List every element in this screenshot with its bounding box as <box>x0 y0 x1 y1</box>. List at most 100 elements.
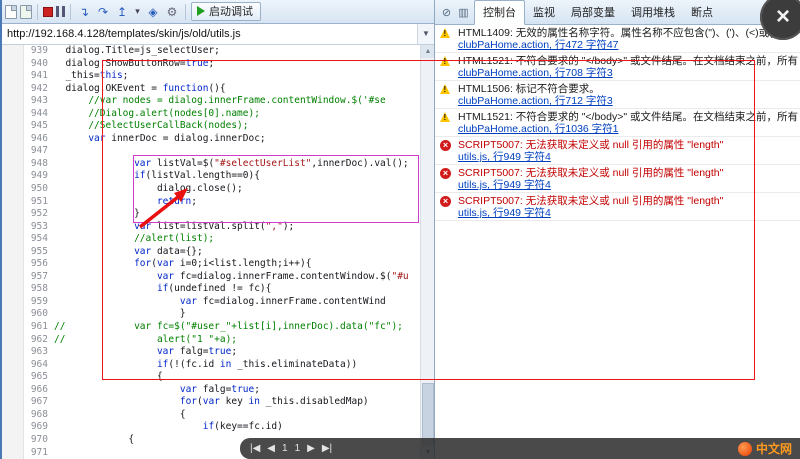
code-text: } <box>134 208 140 220</box>
code-line[interactable]: 960 } <box>2 308 420 321</box>
code-line[interactable]: 944 //Dialog.alert(nodes[0].name); <box>2 108 420 121</box>
pause-icon[interactable] <box>56 6 65 17</box>
source-location-link[interactable]: clubPaHome.action, 行708 字符3 <box>458 67 613 79</box>
source-location-link[interactable]: clubPaHome.action, 行1036 字符1 <box>458 123 619 135</box>
code-line[interactable]: 943 //var nodes = dialog.innerFrame.cont… <box>2 95 420 108</box>
step-into-icon[interactable]: ↴ <box>76 4 92 20</box>
line-number: 956 <box>30 258 48 270</box>
code-line[interactable]: 963 var falg=true; <box>2 346 420 359</box>
code-text: //SelectUserCallBack(nodes); <box>88 120 249 132</box>
scroll-up-arrow-icon[interactable]: ▲ <box>421 45 435 58</box>
console-messages: HTML1409: 无效的属性名称字符。属性名称不应包含(")、(')、(<)或… <box>435 25 800 459</box>
chevron-down-icon[interactable]: ▾ <box>133 4 142 20</box>
console-message: HTML1521: 不符合要求的 "</body>" 或文件结尾。在文档结束之前… <box>435 53 800 81</box>
line-number: 959 <box>30 295 48 307</box>
source-location-link[interactable]: clubPaHome.action, 行472 字符47 <box>458 39 619 51</box>
player-controls: |◀ ◀ 1 1 ▶ ▶| <box>250 438 332 459</box>
code-text: // var fc=$("#user_"+list[i],innerDoc).d… <box>54 321 403 333</box>
code-line[interactable]: 951 return; <box>2 196 420 209</box>
tab-局部变量[interactable]: 局部变量 <box>563 1 623 24</box>
source-location-link[interactable]: utils.js, 行949 字符4 <box>458 151 551 163</box>
code-line[interactable]: 953 var list=listVal.split(","); <box>2 221 420 234</box>
code-text: var listVal=$("#selectUserList",innerDoc… <box>134 157 409 169</box>
settings-icon[interactable]: ⚙ <box>164 4 180 20</box>
tab-断点[interactable]: 断点 <box>683 1 721 24</box>
line-number: 945 <box>30 120 48 132</box>
step-out-icon[interactable]: ↥ <box>114 4 130 20</box>
code-line[interactable]: 968 { <box>2 409 420 422</box>
prev-page-button[interactable]: ◀ <box>267 438 275 459</box>
tab-控制台[interactable]: 控制台 <box>474 0 525 25</box>
code-line[interactable]: 942 dialog.OKEvent = function(){ <box>2 83 420 96</box>
code-line[interactable]: 967 for(var key in _this.disabledMap) <box>2 396 420 409</box>
console-toolbar: ⊘ ▥ 控制台 监视 局部变量 调用堆栈 断点 <box>435 0 800 25</box>
code-line[interactable]: 947 <box>2 145 420 158</box>
code-line[interactable]: 958 if(undefined != fc){ <box>2 283 420 296</box>
first-page-button[interactable]: |◀ <box>250 438 260 459</box>
next-page-button[interactable]: ▶ <box>307 438 315 459</box>
editor-vertical-scrollbar[interactable]: ▲ ▼ <box>420 45 435 459</box>
code-line[interactable]: 939 dialog.Title=js_selectUser; <box>2 45 420 58</box>
code-line[interactable]: 961 // var fc=$("#user_"+list[i],innerDoc… <box>2 321 420 334</box>
console-message: HTML1506: 标记不符合要求。clubPaHome.action, 行71… <box>435 81 800 109</box>
line-number: 969 <box>30 421 48 433</box>
code-line[interactable]: 940 dialog.ShowButtonRow=true; <box>2 58 420 71</box>
code-line[interactable]: 959 var fc=dialog.innerFrame.contentWind <box>2 296 420 309</box>
code-line[interactable]: 955 var data={}; <box>2 246 420 259</box>
code-text: var innerDoc = dialog.innerDoc; <box>88 132 266 144</box>
console-message: × SCRIPT5007: 无法获取未定义或 null 引用的属性 "length… <box>435 193 800 221</box>
code-line[interactable]: 964 if(!(fc.id in _this.eliminateData)) <box>2 359 420 372</box>
line-number: 971 <box>30 446 48 458</box>
code-line[interactable]: 956 for(var i=0;i<list.length;i++){ <box>2 258 420 271</box>
code-line[interactable]: 949 if(listVal.length==0){ <box>2 170 420 183</box>
code-line[interactable]: 957 var fc=dialog.innerFrame.contentWind… <box>2 271 420 284</box>
line-number: 963 <box>30 346 48 358</box>
code-line[interactable]: 954 //alert(list); <box>2 233 420 246</box>
line-number: 970 <box>30 433 48 445</box>
last-page-button[interactable]: ▶| <box>322 438 332 459</box>
code-text: // alert("1 "+a); <box>54 333 238 345</box>
code-text: _this=this; <box>65 70 129 82</box>
code-line[interactable]: 945 //SelectUserCallBack(nodes); <box>2 120 420 133</box>
break-on-exception-icon[interactable]: ◈ <box>145 4 161 20</box>
pinned-document-icon[interactable] <box>20 4 32 19</box>
document-icon[interactable] <box>5 4 17 19</box>
line-number: 955 <box>30 245 48 257</box>
code-line[interactable]: 966 var falg=true; <box>2 384 420 397</box>
page-current[interactable]: 1 <box>282 438 288 459</box>
script-url-input[interactable]: http://192.168.4.128/templates/skin/js/o… <box>2 24 417 44</box>
source-location-link[interactable]: utils.js, 行949 字符4 <box>458 179 551 191</box>
code-line[interactable]: 946 var innerDoc = dialog.innerDoc; <box>2 133 420 146</box>
code-line[interactable]: 952 } <box>2 208 420 221</box>
code-text: if(!(fc.id in _this.eliminateData)) <box>156 358 358 370</box>
source-location-link[interactable]: utils.js, 行949 字符4 <box>458 207 551 219</box>
message-text: SCRIPT5007: 无法获取未定义或 null 引用的属性 "length" <box>458 167 724 179</box>
code-line[interactable]: 941 _this=this; <box>2 70 420 83</box>
code-line[interactable]: 948 var listVal=$("#selectUserList",inne… <box>2 158 420 171</box>
message-text: HTML1521: 不符合要求的 "</body>" 或文件结尾。在文档结束之前… <box>458 55 798 67</box>
line-number: 944 <box>30 107 48 119</box>
tab-调用堆栈[interactable]: 调用堆栈 <box>623 1 683 24</box>
toolbar-separator <box>37 3 38 20</box>
code-line[interactable]: 965 { <box>2 371 420 384</box>
line-number: 947 <box>30 145 48 157</box>
tab-监视[interactable]: 监视 <box>525 1 563 24</box>
page-total[interactable]: 1 <box>295 438 301 459</box>
script-chooser-dropdown[interactable]: ▼ <box>417 24 434 44</box>
stop-debugging-icon[interactable] <box>43 6 53 17</box>
code-line[interactable]: 969 if(key==fc.id) <box>2 421 420 434</box>
start-debugging-button[interactable]: 启动调试 <box>191 2 261 21</box>
code-lines: 939 dialog.Title=js_selectUser; 940 dialo… <box>2 45 420 459</box>
code-line[interactable]: 950 dialog.close(); <box>2 183 420 196</box>
console-tabs: 控制台 监视 局部变量 调用堆栈 断点 <box>474 0 721 25</box>
code-text: return; <box>156 195 198 207</box>
message-filter-icon[interactable]: ▥ <box>456 6 471 19</box>
line-number: 948 <box>30 157 48 169</box>
clear-console-icon[interactable]: ⊘ <box>439 6 454 19</box>
line-number: 966 <box>30 383 48 395</box>
code-line[interactable]: 962 // alert("1 "+a); <box>2 334 420 347</box>
warning-icon <box>440 28 450 38</box>
source-location-link[interactable]: clubPaHome.action, 行712 字符3 <box>458 95 613 107</box>
step-over-icon[interactable]: ↷ <box>95 4 111 20</box>
code-text: for(var key in _this.disabledMap) <box>179 396 369 408</box>
